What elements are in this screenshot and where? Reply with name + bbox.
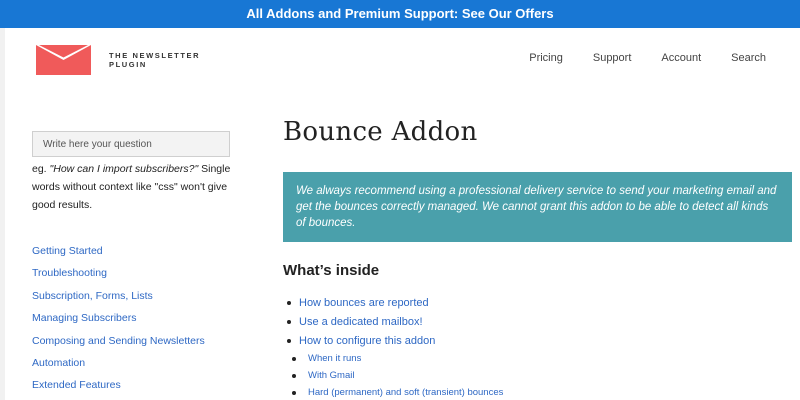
nav-search-link[interactable]: Search (731, 52, 766, 64)
search-hint-prefix: eg. (32, 163, 50, 175)
search-hint-example: "How can I import subscribers?" (49, 163, 199, 175)
toc-item-how-bounces-reported[interactable]: How bounces are reported (287, 294, 435, 313)
search-input[interactable] (32, 131, 230, 157)
nav-pricing-link[interactable]: Pricing (529, 52, 563, 64)
main-nav: Pricing Support Account Search (499, 52, 766, 64)
sidebar-item-getting-started[interactable]: Getting Started (32, 244, 205, 266)
sidebar-item-composing-sending[interactable]: Composing and Sending Newsletters (32, 334, 205, 356)
section-heading: What’s inside (283, 262, 380, 279)
sidebar-menu: Getting Started Troubleshooting Subscrip… (32, 244, 205, 400)
sidebar-item-extended-features[interactable]: Extended Features (32, 378, 205, 400)
sidebar-item-automation[interactable]: Automation (32, 356, 205, 378)
promo-banner-link[interactable]: All Addons and Premium Support: See Our … (0, 0, 800, 28)
brand-name: THE NEWSLETTER PLUGIN (109, 51, 201, 69)
nav-account-link[interactable]: Account (661, 52, 701, 64)
sidebar-item-managing-subscribers[interactable]: Managing Subscribers (32, 311, 205, 333)
toc-subitem-when-it-runs[interactable]: When it runs (292, 350, 503, 367)
nav-support-link[interactable]: Support (593, 52, 632, 64)
toc-item-dedicated-mailbox[interactable]: Use a dedicated mailbox! (287, 313, 435, 332)
search-hint: eg. "How can I import subscribers?" Sing… (32, 160, 237, 214)
page-title: Bounce Addon (283, 117, 478, 147)
toc-subitem-hard-soft-bounces[interactable]: Hard (permanent) and soft (transient) bo… (292, 384, 503, 400)
toc-list: How bounces are reported Use a dedicated… (287, 294, 435, 351)
toc-subitem-with-gmail[interactable]: With Gmail (292, 367, 503, 384)
sidebar-item-troubleshooting[interactable]: Troubleshooting (32, 266, 205, 288)
notice-box: We always recommend using a professional… (283, 172, 792, 242)
page-edge-divider (0, 28, 5, 400)
site-logo-link[interactable]: THE NEWSLETTER PLUGIN (36, 44, 216, 76)
envelope-icon (36, 45, 91, 75)
sidebar-item-subscription-forms-lists[interactable]: Subscription, Forms, Lists (32, 289, 205, 311)
toc-sublist: When it runs With Gmail Hard (permanent)… (292, 350, 503, 400)
toc-item-configure-addon[interactable]: How to configure this addon (287, 332, 435, 351)
